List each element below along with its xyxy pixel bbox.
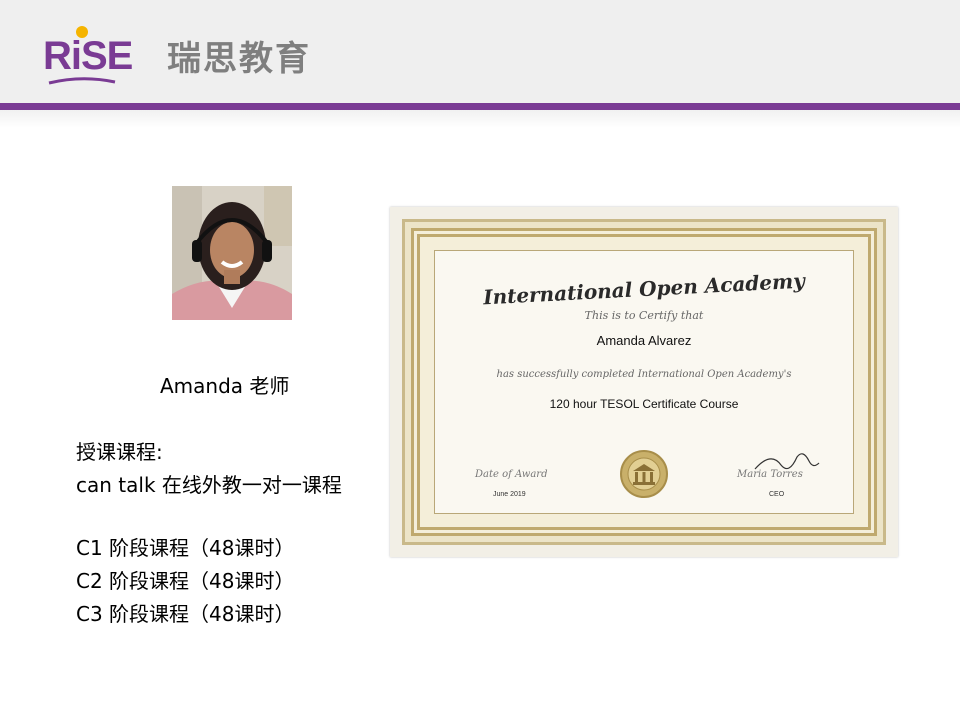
logo-rise-text: RiSE [43,34,133,78]
teacher-photo-icon [172,186,292,320]
certificate-signer: Maria Torres [737,469,803,480]
certificate-completed-text: has successfully completed International… [496,369,792,380]
certificate-title: International Open Academy [482,268,806,310]
header-shadow [0,110,960,128]
logo-swoosh-icon [48,77,116,85]
certificate-panel: International Open Academy This is to Ce… [434,250,854,514]
course-level: C3 阶段课程（48课时） [76,602,295,626]
course-level: C1 阶段课程（48课时） [76,536,295,560]
course-level: C2 阶段课程（48课时） [76,569,295,593]
rise-logo: RiSE 瑞思教育 [43,26,343,90]
course-program: can talk 在线外教一对一课程 [76,473,342,497]
teacher-photo [172,186,292,320]
certificate-image: International Open Academy This is to Ce… [390,207,898,557]
course-spacer [76,502,342,532]
certificate-seal-icon [620,450,668,498]
header-divider [0,103,960,110]
course-list: 授课课程: can talk 在线外教一对一课程 C1 阶段课程（48课时） C… [76,436,342,631]
certificate-recipient: Amanda Alvarez [596,333,692,348]
logo-chinese-text: 瑞思教育 [167,39,311,79]
certificate-certify-text: This is to Certify that [584,309,704,322]
certificate-date-label: Date of Award [475,469,548,480]
certificate-role: CEO [769,491,785,498]
certificate-date: June 2019 [493,491,526,498]
course-heading: 授课课程: [76,440,163,464]
teacher-name: Amanda 老师 [160,374,290,398]
certificate-course: 120 hour TESOL Certificate Course [549,397,739,411]
